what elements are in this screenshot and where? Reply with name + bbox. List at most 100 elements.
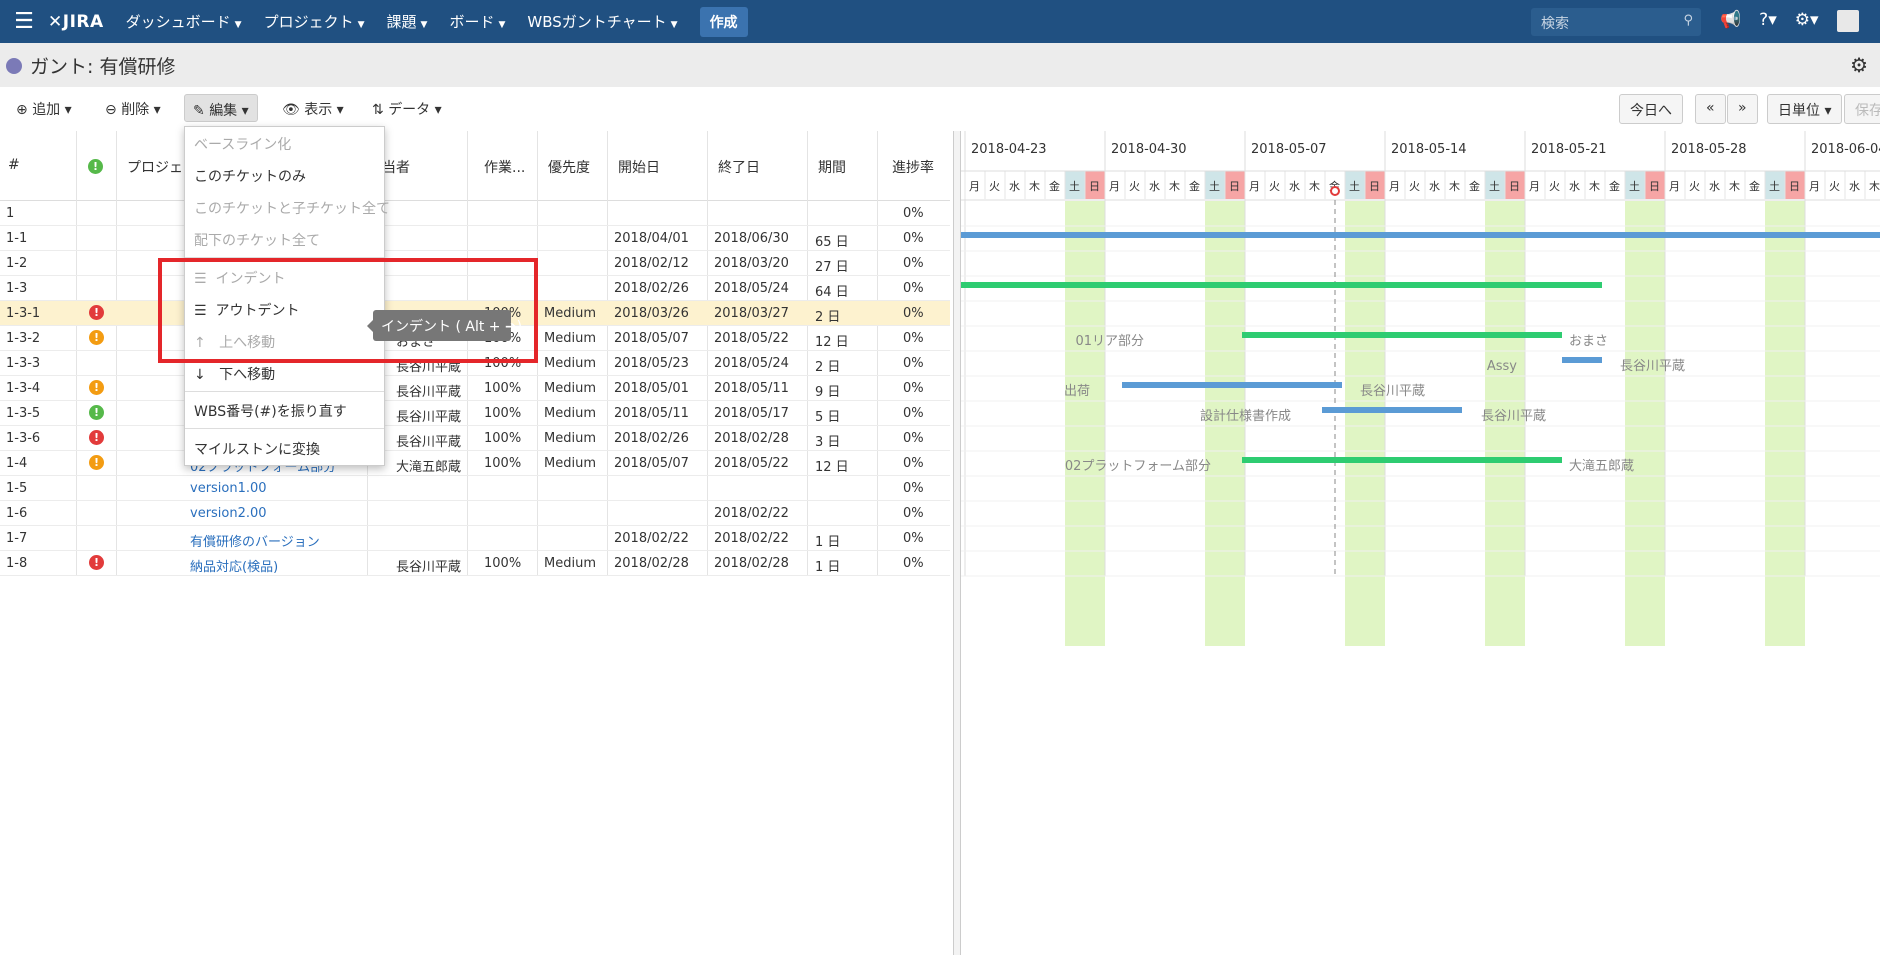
issue-status-icon: ! <box>89 330 104 345</box>
edit-button[interactable]: ✎ 編集 ▾ <box>184 94 258 122</box>
nav-boards[interactable]: ボード ▼ <box>449 11 505 32</box>
issue-status-icon: ! <box>89 455 104 470</box>
gantt-bar-1-3 <box>961 282 1602 288</box>
cell-priority: Medium <box>544 306 596 321</box>
top-navigation-bar: ☰ ✕JIRA ダッシュボード ▼ プロジェクト ▼ 課題 ▼ ボード ▼ WBSガント… <box>0 0 1880 43</box>
cell-start: 2018/02/28 <box>614 556 689 571</box>
cell-duration: 12 日 <box>815 335 849 350</box>
menu-move-down[interactable]: ↓ 下へ移動 <box>194 364 275 384</box>
table-row[interactable]: 1-3-5! 0% 5 日 2018/05/17 2018/05/11 Medium 100… <box>0 401 950 426</box>
cell-progress: 0% <box>903 231 924 246</box>
prev-page-button[interactable]: « <box>1695 94 1726 124</box>
hamburger-menu-icon[interactable]: ☰ <box>0 0 48 43</box>
header-progress[interactable]: 進捗率 <box>892 157 934 177</box>
table-row[interactable]: 1-4! 02プラットフォーム部分 0% 12 日 2018/05/22 2018/05/… <box>0 451 950 476</box>
cell-work: 100% <box>484 456 522 471</box>
menu-renumber-wbs[interactable]: WBS番号(#)を振り直す <box>194 401 347 421</box>
cell-progress: 0% <box>903 456 924 471</box>
cell-start: 2018/02/26 <box>614 431 689 446</box>
day-label: 土 <box>1349 180 1360 193</box>
gantt-bar-label: おまさ <box>1569 334 1608 349</box>
settings-gear-icon[interactable]: ⚙▾ <box>1795 10 1819 32</box>
nav-wbs-gantt[interactable]: WBSガントチャート ▼ <box>527 11 677 32</box>
header-work[interactable]: 作業... <box>484 157 525 177</box>
week-label: 2018-05-21 <box>1531 142 1607 157</box>
row-number: 1-3-1 <box>6 306 41 321</box>
menu-convert-milestone[interactable]: マイルストンに変換 <box>194 439 320 459</box>
weekend-column <box>1365 201 1385 646</box>
jira-logo[interactable]: ✕JIRA <box>48 12 104 32</box>
table-row[interactable]: 1有償研修0% <box>0 201 950 226</box>
table-row[interactable]: 1-8! 納品対応(検品) 0% 1 日 2018/02/28 2018/02/28 Med… <box>0 551 950 576</box>
cell-assignee: 長谷川平蔵 <box>396 560 462 575</box>
cell-end: 2018/06/30 <box>714 231 789 246</box>
nav-issues[interactable]: 課題 ▼ <box>387 11 428 32</box>
search-input[interactable]: 検索 ⚲ <box>1531 8 1701 36</box>
cell-progress: 0% <box>903 431 924 446</box>
table-row[interactable]: 1-1 0% 65 日 2018/06/30 2018/04/01 <box>0 226 950 251</box>
day-label: 日 <box>1089 180 1100 193</box>
day-label: 火 <box>1689 180 1700 193</box>
day-label: 月 <box>1809 180 1820 193</box>
issue-name-link[interactable]: 有償研修のバージョン <box>190 531 320 550</box>
table-row[interactable]: 1-7 有償研修のバージョン 0% 1 日 2018/02/22 2018/02/22 <box>0 526 950 551</box>
menu-this-ticket-only[interactable]: このチケットのみ <box>194 166 306 186</box>
pane-splitter[interactable] <box>953 131 961 955</box>
gantt-bar-1-4 <box>1242 457 1562 463</box>
cell-assignee: 長谷川平蔵 <box>396 410 462 425</box>
day-label: 木 <box>1309 180 1320 193</box>
table-row[interactable]: 1-3-4! 0% 9 日 2018/05/11 2018/05/01 Medium 100… <box>0 376 950 401</box>
cell-end: 2018/05/22 <box>714 331 789 346</box>
day-label: 月 <box>1389 180 1400 193</box>
issue-name-link[interactable]: version1.00 <box>190 481 267 496</box>
week-label: 2018-05-14 <box>1391 142 1467 157</box>
cell-end: 2018/02/28 <box>714 556 789 571</box>
cell-end: 2018/02/22 <box>714 506 789 521</box>
table-row[interactable]: 1-3-6! 0% 3 日 2018/02/28 2018/02/26 Medium 100… <box>0 426 950 451</box>
header-priority[interactable]: 優先度 <box>548 157 590 177</box>
table-row[interactable]: 1-6 version2.00 0% 2018/02/22 <box>0 501 950 526</box>
add-button[interactable]: ⊕ 追加 ▾ <box>8 94 80 122</box>
menu-all-descendants[interactable]: 配下のチケット全て <box>194 230 320 250</box>
cell-priority: Medium <box>544 456 596 471</box>
today-button[interactable]: 今日へ <box>1619 94 1683 124</box>
help-icon[interactable]: ?▾ <box>1759 10 1777 32</box>
nav-dashboard[interactable]: ダッシュボード ▼ <box>126 11 242 32</box>
cell-progress: 0% <box>903 556 924 571</box>
issue-name-link[interactable]: version2.00 <box>190 506 267 521</box>
data-button[interactable]: ⇅ データ ▾ <box>364 94 450 122</box>
menu-ticket-and-children[interactable]: このチケットと子チケット全て <box>194 198 390 218</box>
announcement-icon[interactable]: 📢 <box>1720 10 1741 32</box>
row-number: 1-5 <box>6 481 28 496</box>
cell-priority: Medium <box>544 331 596 346</box>
time-unit-select[interactable]: 日単位 ▾ <box>1767 94 1843 124</box>
header-end-date[interactable]: 終了日 <box>718 157 760 177</box>
cell-duration: 2 日 <box>815 360 841 375</box>
view-button[interactable]: 👁 表示 ▾ <box>274 94 352 122</box>
day-label: 月 <box>969 180 980 193</box>
issue-status-icon: ! <box>89 305 104 320</box>
cell-progress: 0% <box>903 481 924 496</box>
user-avatar[interactable] <box>1836 10 1859 32</box>
header-start-date[interactable]: 開始日 <box>618 157 660 177</box>
day-label: 金 <box>1609 179 1620 193</box>
header-project[interactable]: プロジェクト <box>127 157 185 177</box>
issue-name-link[interactable]: 納品対応(検品) <box>190 556 278 575</box>
save-button[interactable]: 保存 <box>1844 94 1880 124</box>
nav-projects[interactable]: プロジェクト ▼ <box>264 11 365 32</box>
table-row[interactable]: 1-5 version1.00 0% <box>0 476 950 501</box>
weekend-column <box>1765 201 1785 646</box>
day-label: 土 <box>1769 180 1780 193</box>
gantt-chart: 2018-04-23 2018-04-30 2018-05-07 2018-05-14… <box>961 131 1880 955</box>
page-settings-gear-icon[interactable]: ⚙ <box>1850 53 1868 77</box>
header-number[interactable]: # <box>8 157 20 173</box>
day-label: 土 <box>1209 180 1220 193</box>
week-label: 2018-04-30 <box>1111 142 1187 157</box>
create-button[interactable]: 作成 <box>699 6 748 37</box>
cell-progress: 0% <box>903 206 924 221</box>
day-label: 金 <box>1189 179 1200 193</box>
header-duration[interactable]: 期間 <box>818 157 846 177</box>
next-page-button[interactable]: » <box>1727 94 1758 124</box>
delete-button[interactable]: ⊖ 削除 ▾ <box>97 94 169 122</box>
row-number: 1-2 <box>6 256 28 271</box>
